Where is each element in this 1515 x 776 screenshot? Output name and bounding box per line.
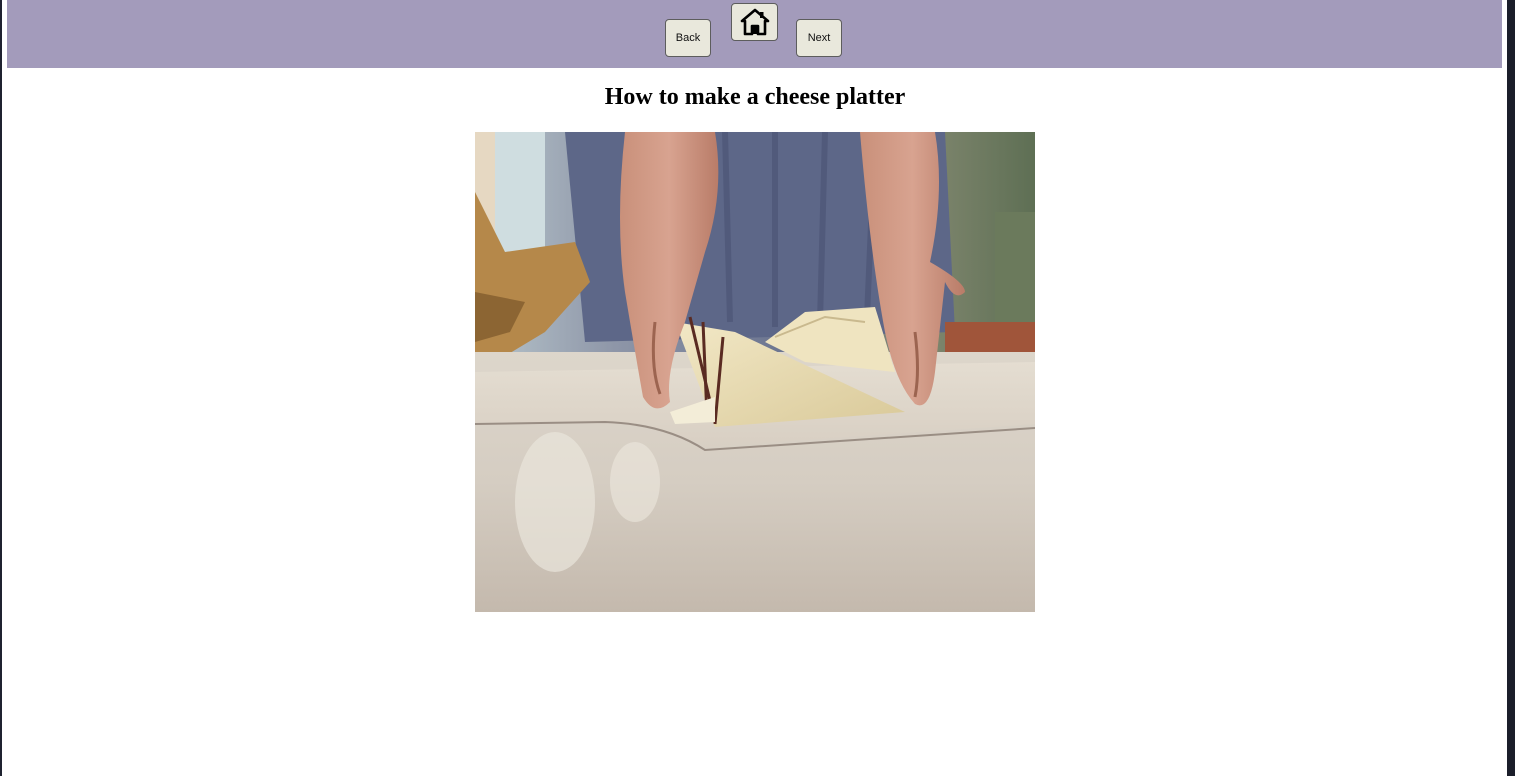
window-left-border <box>0 0 2 776</box>
page-frame: Back Next How to make a cheese platter <box>0 0 1515 776</box>
home-icon <box>740 8 769 36</box>
window-right-border <box>1507 0 1515 776</box>
cheese-platter-photo <box>475 132 1035 612</box>
photo-image <box>475 132 1035 612</box>
back-button[interactable]: Back <box>665 19 711 57</box>
page-title: How to make a cheese platter <box>604 84 906 110</box>
home-button[interactable] <box>731 3 778 41</box>
next-button[interactable]: Next <box>796 19 842 57</box>
top-navigation-bar: Back Next <box>7 0 1502 68</box>
